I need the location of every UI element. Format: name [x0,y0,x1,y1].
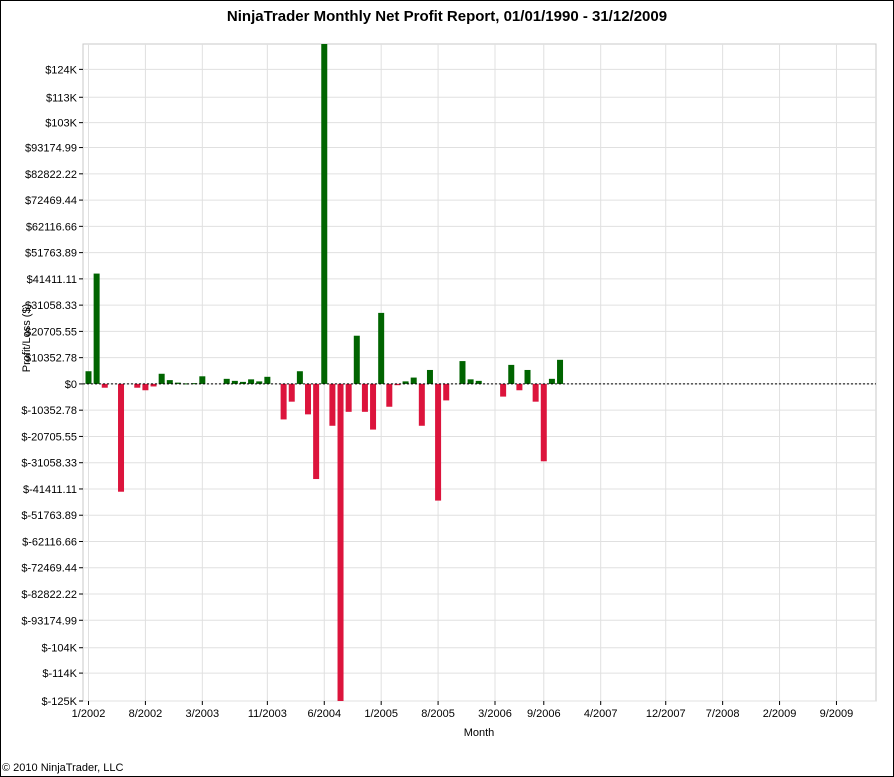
profit-bar [85,371,92,384]
profit-bar [467,379,474,384]
profit-bar [508,364,515,384]
y-tick-label: $51763.89 [25,248,77,260]
loss-bar [337,383,344,701]
y-tick-label: $-20705.55 [21,431,77,443]
loss-bar [361,383,368,412]
loss-bar [280,383,287,420]
profit-bar [548,378,555,384]
y-tick-label: $41411.11 [27,274,77,286]
copyright-footer: © 2010 NinjaTrader, LLC [2,762,124,774]
profit-bar [248,379,255,384]
x-tick-label: 1/2005 [364,708,398,720]
y-tick-label: $-51763.89 [21,510,77,522]
y-axis-label: Profit/Loss ($) [21,304,33,372]
profit-bar [296,371,303,384]
y-tick-label: $-72469.44 [21,563,77,575]
profit-bar [410,377,417,384]
y-tick-label: $93174.99 [25,143,77,155]
loss-bar [313,383,320,480]
loss-bar [540,383,547,462]
loss-bar [435,383,442,501]
loss-bar [118,383,125,492]
loss-bar [305,383,312,415]
profit-bar [166,380,173,384]
y-tick-label: $-10352.78 [21,405,77,417]
profit-bar [321,44,328,384]
x-axis-label: Month [464,727,495,739]
y-axis: $124K $113K $103K $93174.99 $82822.22 $72469.… [21,64,83,708]
y-tick-label: $-41411.11 [23,484,77,496]
x-tick-label: 9/2006 [527,708,561,720]
loss-bar [532,383,539,402]
loss-bar [329,383,336,426]
x-tick-label: 1/2002 [72,708,106,720]
profit-bar [158,373,165,384]
y-tick-label: $62116.66 [26,221,77,233]
profit-bar [199,376,206,384]
profit-bar [378,312,385,384]
profit-bar [93,273,100,384]
loss-bar [443,383,450,401]
y-tick-label: $-31058.33 [21,458,77,470]
loss-bar [288,383,295,402]
profit-bar [353,335,360,384]
y-tick-label: $-93174.99 [21,615,77,627]
y-tick-label: $72469.44 [25,195,77,207]
loss-bar [134,383,141,388]
y-tick-label: $-114K [42,668,77,680]
x-tick-label: 8/2005 [421,708,455,720]
loss-bar [386,383,393,407]
y-tick-label: $103K [45,118,77,130]
profit-bar [426,369,433,384]
loss-bar [345,383,352,412]
loss-bar [370,383,377,430]
x-tick-label: 3/2006 [478,708,512,720]
y-tick-label: $124K [45,64,77,76]
x-tick-label: 11/2003 [248,708,287,720]
y-tick-label: $-62116.66 [22,536,77,548]
x-tick-label: 12/2007 [646,708,686,720]
x-tick-label: 8/2002 [129,708,163,720]
loss-bar [101,383,108,388]
x-tick-label: 2/2009 [763,708,797,720]
x-tick-label: 7/2008 [706,708,740,720]
profit-bar [264,376,271,384]
x-tick-label: 3/2003 [185,708,219,720]
profit-bar [223,378,230,384]
profit-bar [557,359,564,384]
y-tick-label: $-125K [42,696,78,708]
y-tick-label: $113K [46,92,78,104]
x-axis: 1/2002 8/2002 3/2003 11/2003 6/2004 1/2005 8/2… [72,701,854,720]
loss-bar [500,383,507,397]
x-tick-label: 4/2007 [584,708,618,720]
loss-bar [142,383,149,391]
x-tick-label: 9/2009 [820,708,854,720]
y-tick-label: $0 [65,379,77,391]
x-tick-label: 6/2004 [307,708,341,720]
y-tick-label: $82822.22 [25,169,77,181]
chart: $124K $113K $103K $93174.99 $82822.22 $72469.… [21,43,877,739]
profit-bar [524,369,531,384]
loss-bar [418,383,425,426]
y-tick-label: $-104K [42,643,78,655]
profit-bar [459,361,466,384]
loss-bar [516,383,523,391]
y-tick-label: $-82822.22 [21,589,77,601]
